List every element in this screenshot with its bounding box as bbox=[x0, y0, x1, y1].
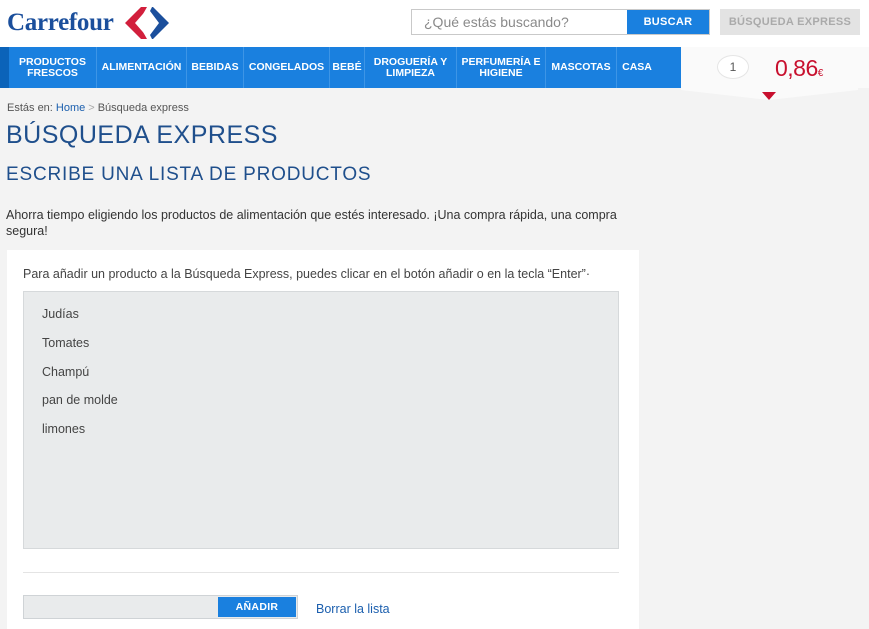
section-title: ESCRIBE UNA LISTA DE PRODUCTOS bbox=[6, 164, 372, 185]
caret-down-icon[interactable] bbox=[762, 92, 776, 100]
panel-hint: Para añadir un producto a la Búsqueda Ex… bbox=[23, 267, 591, 281]
list-item[interactable]: Judías bbox=[42, 301, 618, 330]
nav-item-bebidas[interactable]: BEBIDAS bbox=[187, 47, 244, 88]
express-panel: Para añadir un producto a la Búsqueda Ex… bbox=[7, 250, 639, 629]
nav-item-productos-frescos[interactable]: PRODUCTOS FRESCOS bbox=[9, 47, 97, 88]
list-item[interactable]: pan de molde bbox=[42, 387, 618, 416]
breadcrumb-separator: > bbox=[88, 102, 95, 114]
brand-logo[interactable]: Carrefour bbox=[7, 6, 172, 40]
divider bbox=[23, 572, 619, 573]
clear-list-link[interactable]: Borrar la lista bbox=[316, 602, 390, 616]
nav-item-bebe[interactable]: BEBÉ bbox=[330, 47, 365, 88]
top-header: Carrefour BUSCAR BÚSQUEDA EXPRESS bbox=[0, 0, 869, 47]
nav-item-perfumeria[interactable]: PERFUMERÍA E HIGIENE bbox=[457, 47, 546, 88]
cart-total: 0,86€ bbox=[775, 55, 823, 82]
nav-item-casa[interactable]: CASA bbox=[617, 47, 657, 88]
list-item[interactable]: Tomates bbox=[42, 330, 618, 359]
cart-summary[interactable]: 1 0,86€ bbox=[681, 47, 869, 88]
add-product-field: AÑADIR bbox=[23, 595, 298, 619]
list-item[interactable]: limones bbox=[42, 416, 618, 445]
search-input[interactable] bbox=[412, 10, 627, 34]
breadcrumb-home-link[interactable]: Home bbox=[56, 102, 85, 114]
cart-currency: € bbox=[817, 68, 824, 79]
breadcrumb-prefix: Estás en: bbox=[7, 102, 53, 114]
add-button[interactable]: AÑADIR bbox=[218, 597, 296, 617]
breadcrumb-current: Búsqueda express bbox=[97, 102, 189, 114]
search-button[interactable]: BUSCAR bbox=[627, 10, 709, 34]
product-list[interactable]: Judías Tomates Champú pan de molde limon… bbox=[23, 291, 619, 549]
breadcrumb: Estás en: Home > Búsqueda express bbox=[7, 102, 189, 114]
express-search-button[interactable]: BÚSQUEDA EXPRESS bbox=[720, 9, 860, 35]
nav-item-alimentacion[interactable]: ALIMENTACIÓN bbox=[97, 47, 187, 88]
nav-edge bbox=[0, 47, 9, 88]
nav-item-mascotas[interactable]: MASCOTAS bbox=[546, 47, 617, 88]
add-product-input[interactable] bbox=[24, 596, 218, 618]
search-box: BUSCAR bbox=[411, 9, 710, 35]
nav-item-drogueria[interactable]: DROGUERÍA Y LIMPIEZA bbox=[365, 47, 457, 88]
list-item[interactable]: Champú bbox=[42, 359, 618, 388]
category-nav: PRODUCTOS FRESCOS ALIMENTACIÓN BEBIDAS C… bbox=[0, 47, 681, 88]
brand-name: Carrefour bbox=[7, 9, 114, 36]
page-title: BÚSQUEDA EXPRESS bbox=[6, 121, 278, 149]
intro-text: Ahorra tiempo eligiendo los productos de… bbox=[6, 208, 617, 238]
nav-item-congelados[interactable]: CONGELADOS bbox=[244, 47, 330, 88]
carrefour-logo-icon bbox=[124, 7, 169, 39]
cart-count: 1 bbox=[717, 55, 749, 79]
cart-total-amount: 0,86 bbox=[775, 55, 818, 81]
